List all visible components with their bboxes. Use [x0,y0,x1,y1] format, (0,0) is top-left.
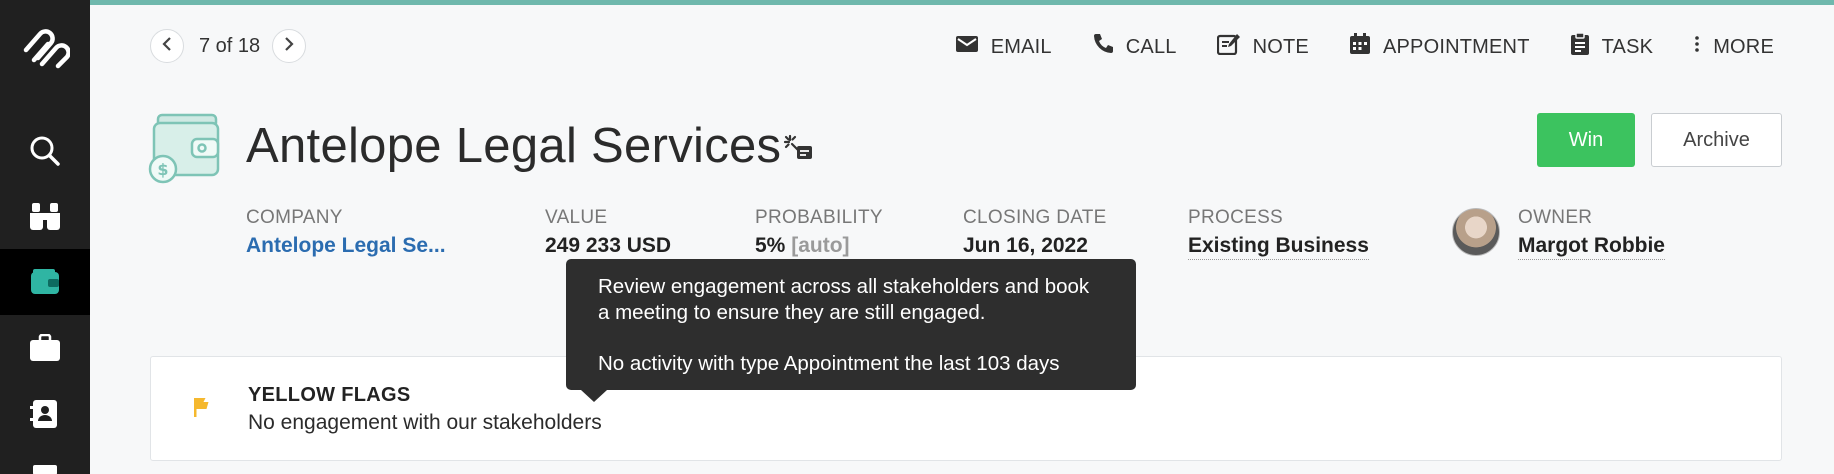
sidebar-item-search[interactable] [0,118,90,184]
yellow-flags-title: YELLOW FLAGS [248,384,411,406]
value-field: VALUE 249 233 USD [545,207,671,258]
svg-text:$: $ [157,160,168,179]
yellow-flag-item[interactable]: No engagement with our stakeholders [248,411,602,435]
sidebar-item-contacts[interactable] [0,381,90,447]
call-action-label: CALL [1125,35,1177,58]
previous-record-button[interactable] [150,29,184,63]
more-action-label: MORE [1713,35,1774,58]
owner-field: OWNER Margot Robbie [1518,207,1665,260]
tooltip-recommendation: Review engagement across all stakeholder… [598,275,1090,324]
win-button[interactable]: Win [1537,113,1635,167]
process-field: PROCESS Existing Business [1188,207,1369,260]
clipboard-icon [1570,32,1602,62]
contacts-icon [29,399,61,429]
top-accent-bar [90,0,1834,5]
tooltip-arrow [581,390,607,402]
company-label: COMPANY [246,207,343,228]
chevron-left-icon [161,36,173,57]
calendar-icon [1349,33,1383,61]
record-pager: 7 of 18 [150,29,307,63]
probability-label: PROBABILITY [755,207,883,228]
note-icon [1216,33,1253,61]
task-action-button[interactable]: TASK [1570,32,1654,62]
owner-avatar[interactable] [1452,208,1500,256]
value-amount[interactable]: 249 233 USD [545,234,671,258]
archive-button[interactable]: Archive [1651,113,1782,167]
flag-icon [193,397,211,422]
activity-actions: EMAIL CALL NOTE APPOINTMENT TASK MORE [915,30,1774,64]
email-action-button[interactable]: EMAIL [955,34,1052,60]
flag-tooltip: Review engagement across all stakeholder… [566,259,1136,390]
closing-date-label: CLOSING DATE [963,207,1107,228]
document-icon [31,465,59,474]
probability-auto-tag: [auto] [791,234,850,257]
probability-field: PROBABILITY 5% [auto] [755,207,883,258]
owner-label: OWNER [1518,207,1593,228]
closing-date-field: CLOSING DATE Jun 16, 2022 [963,207,1107,260]
deal-title: Antelope Legal Services [246,119,782,173]
briefcase-icon [29,334,61,362]
appointment-action-label: APPOINTMENT [1382,35,1530,58]
company-field: COMPANY Antelope Legal Se... [246,207,446,258]
probability-value-group[interactable]: 5% [auto] [755,234,883,258]
sidebar-item-deals[interactable] [0,249,90,315]
chevron-right-icon [283,36,295,57]
email-icon [955,34,991,60]
tooltip-activity-note: No activity with type Appointment the la… [598,352,1060,375]
app-logo-icon[interactable] [20,26,71,70]
more-actions-button[interactable]: MORE [1693,34,1774,60]
probability-value: 5% [755,234,786,257]
process-label: PROCESS [1188,207,1284,228]
sidebar-item-prospects[interactable] [0,183,90,249]
closing-date-value[interactable]: Jun 16, 2022 [963,234,1088,260]
deal-wallet-icon: $ [148,113,224,185]
pager-position: 7 of 18 [199,34,261,57]
process-value[interactable]: Existing Business [1188,234,1369,260]
task-action-label: TASK [1601,35,1654,58]
search-icon [29,135,61,167]
phone-icon [1092,33,1126,61]
sidebar [0,0,90,474]
sidebar-item-projects[interactable] [0,315,90,381]
more-vertical-icon [1693,34,1713,60]
call-action-button[interactable]: CALL [1092,33,1177,61]
wallet-icon [29,268,61,296]
value-label: VALUE [545,207,608,228]
binoculars-icon [28,201,62,231]
email-action-label: EMAIL [990,35,1052,58]
note-action-button[interactable]: NOTE [1216,33,1309,61]
note-action-label: NOTE [1252,35,1309,58]
appointment-action-button[interactable]: APPOINTMENT [1349,33,1530,61]
next-record-button[interactable] [272,29,307,63]
company-link[interactable]: Antelope Legal Se... [246,234,446,258]
ai-insights-icon[interactable] [783,134,813,167]
owner-value[interactable]: Margot Robbie [1518,234,1665,260]
sidebar-item-more[interactable] [0,447,90,474]
